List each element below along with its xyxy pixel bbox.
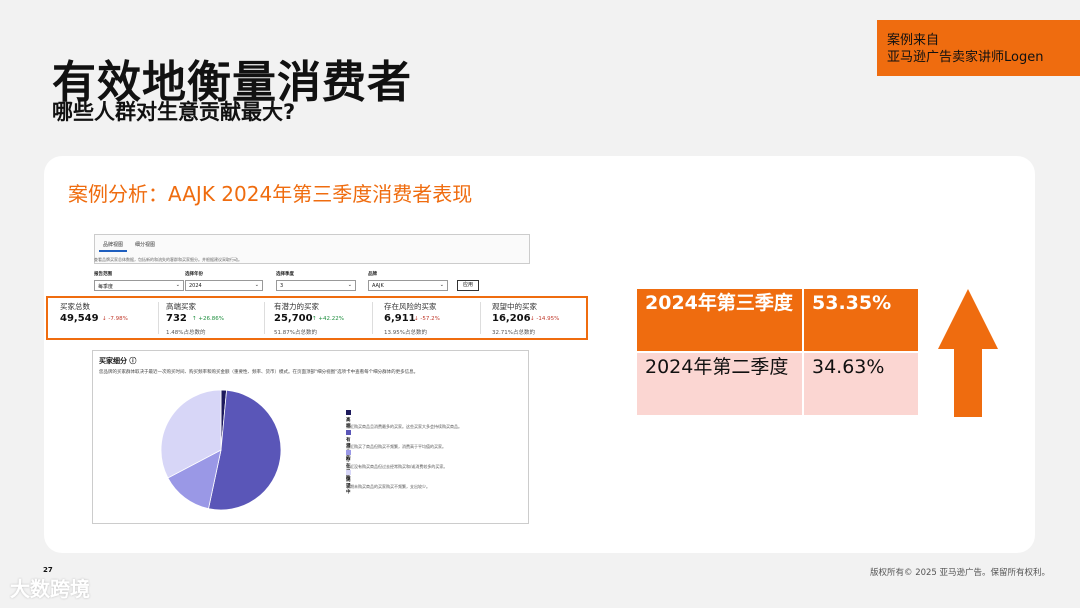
- filter-label-quarter: 选择季度: [276, 272, 294, 277]
- tab-brand-view[interactable]: 品牌视图: [99, 239, 128, 252]
- chevron-down-icon: ⌄: [347, 282, 352, 288]
- metric-value: 16,206: [492, 313, 531, 324]
- source-badge-line1: 案例来自: [887, 33, 940, 48]
- metric-share: 13.95%占总数的: [384, 330, 427, 336]
- source-badge: 案例来自 亚马逊广告卖家讲师Logen: [877, 20, 1080, 76]
- filter-select-quarter[interactable]: 3 ⌄: [276, 280, 356, 291]
- watermark-logo: 大数跨境: [10, 577, 90, 601]
- metric-share: 1.48%占总数的: [166, 330, 206, 336]
- chevron-down-icon: ⌄: [175, 282, 180, 288]
- apply-button[interactable]: 应用: [457, 280, 479, 291]
- metric-top-buyers[interactable]: 高端买家 732 ↑ +26.86% 1.48%占总数的: [156, 298, 260, 338]
- comparison-period-q3: 2024年第三季度: [637, 289, 802, 351]
- source-badge-line2: 亚马逊广告卖家讲师Logen: [887, 50, 1044, 65]
- metric-label: 观望中的买家: [492, 302, 537, 311]
- metric-value: 49,549: [60, 313, 99, 324]
- filter-select-range[interactable]: 每季度 ⌄: [94, 280, 184, 291]
- chevron-down-icon: ⌄: [254, 282, 259, 288]
- comparison-period-q2: 2024年第二季度: [637, 353, 802, 415]
- legend-swatch: [346, 450, 351, 455]
- buyer-segments-panel: 买家细分 ⓘ 您品牌的买家群体取决于最近一次购买时间、购买频率和购买金额（重要性…: [92, 350, 529, 524]
- legend-swatch: [346, 430, 351, 435]
- metric-value: 25,700: [274, 313, 313, 324]
- filter-label-brand: 品牌: [368, 272, 377, 277]
- metric-label: 存在风险的买家: [384, 302, 437, 311]
- metric-value: 732: [166, 313, 187, 324]
- metric-change: ↓ -57.2%: [414, 316, 440, 322]
- metric-value: 6,911: [384, 313, 416, 324]
- filter-select-year[interactable]: 2024 ⌄: [185, 280, 263, 291]
- case-study-title: 案例分析：AAJK 2024年第三季度消费者表现: [68, 182, 473, 206]
- metric-label: 买家总数: [60, 302, 90, 311]
- metric-total-buyers[interactable]: 买家总数 49,549 ↓ -7.98%: [50, 298, 154, 338]
- filter-select-brand[interactable]: AAJK ⌄: [368, 280, 448, 291]
- comparison-value-q3: 53.35%: [804, 289, 918, 351]
- metric-change: ↑ +26.86%: [192, 316, 224, 322]
- copyright-text: 版权所有© 2025 亚马逊广告。保留所有权利。: [870, 568, 1051, 578]
- metric-at-risk-buyers[interactable]: 存在风险的买家 6,911 ↓ -57.2% 13.95%占总数的: [374, 298, 478, 338]
- metric-change: ↓ -7.98%: [102, 316, 128, 322]
- up-arrow-icon: [938, 289, 998, 417]
- metric-watching-buyers[interactable]: 观望中的买家 16,206 ↓ -14.95% 32.71%占总数的: [482, 298, 586, 338]
- metric-label: 有潜力的买家: [274, 302, 319, 311]
- legend-swatch: [346, 410, 351, 415]
- comparison-value-q2: 34.63%: [804, 353, 918, 415]
- dashboard-description: 查看品牌买家总体数据，包括新的和流失的客群和买家细分。并根据建议采取行动。: [94, 257, 242, 262]
- segments-description: 您品牌的买家群体取决于最近一次购买时间、购买频率和购买金额（重要性、频率、货币）…: [99, 370, 419, 375]
- tab-segment-view[interactable]: 细分视图: [131, 239, 159, 250]
- metric-change: ↑ +42.22%: [312, 316, 344, 322]
- legend-swatch: [346, 470, 351, 475]
- metric-change: ↓ -14.95%: [530, 316, 560, 322]
- segments-title: 买家细分 ⓘ: [99, 357, 137, 365]
- chevron-down-icon: ⌄: [439, 282, 444, 288]
- filter-label-range: 报告范围: [94, 272, 112, 277]
- metric-label: 高端买家: [166, 302, 196, 311]
- page-subtitle: 哪些人群对生意贡献最大?: [52, 100, 296, 124]
- metric-share: 51.87%占总数的: [274, 330, 317, 336]
- segments-pie-chart: [160, 389, 282, 511]
- metric-potential-buyers[interactable]: 有潜力的买家 25,700 ↑ +42.22% 51.87%占总数的: [264, 298, 368, 338]
- metric-share: 32.71%占总数的: [492, 330, 535, 336]
- filter-label-year: 选择年份: [185, 272, 203, 277]
